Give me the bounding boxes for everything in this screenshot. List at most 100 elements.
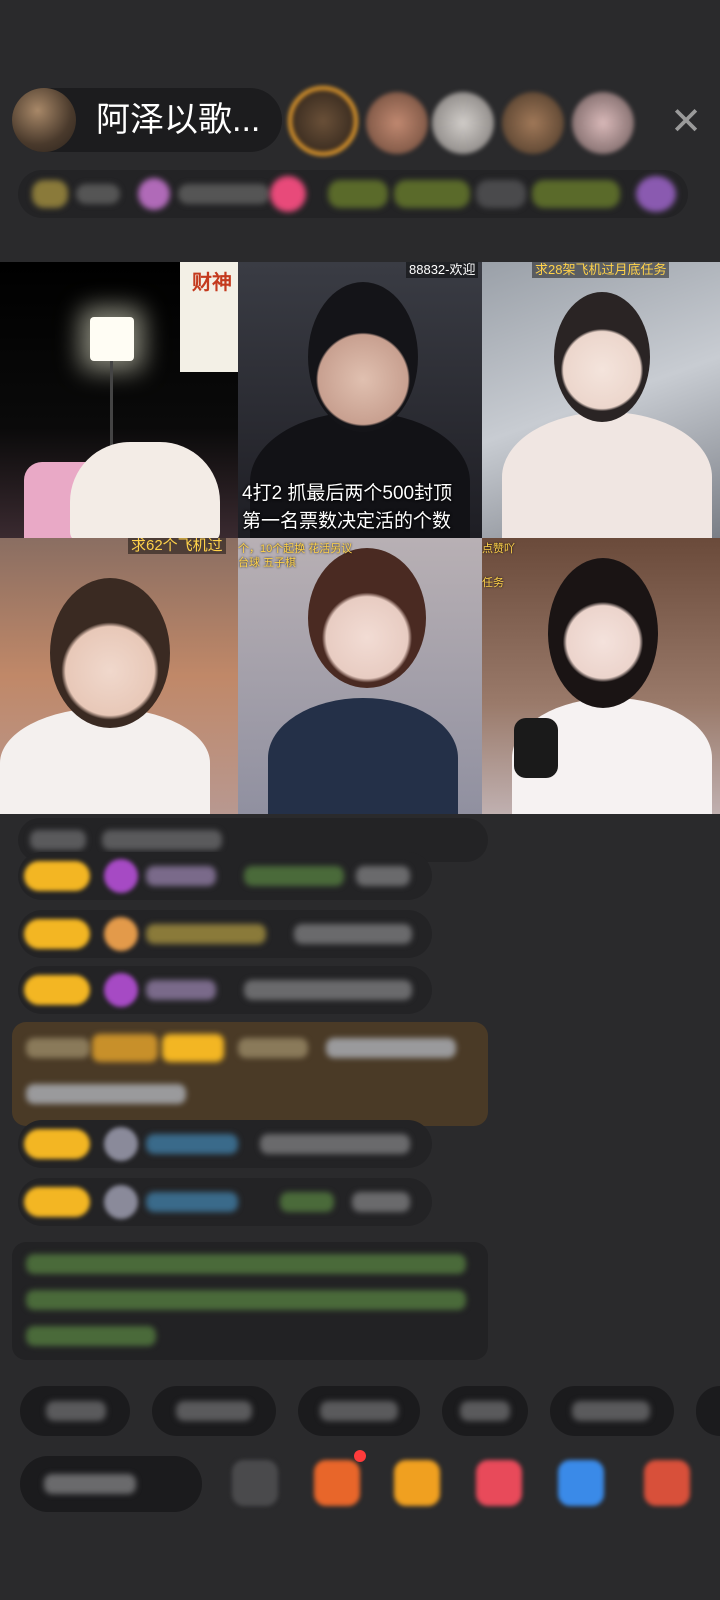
level-badge xyxy=(24,975,90,1005)
multi-guest-video-grid: 财神 88832-欢迎 4打2 抓最后两个500封顶 第一名票数决定活的个数 求… xyxy=(0,262,720,814)
guest-head xyxy=(554,292,650,422)
close-icon[interactable]: ✕ xyxy=(664,100,708,144)
blurred-username xyxy=(146,1134,238,1154)
gem-icon xyxy=(104,859,138,893)
blurred-username xyxy=(244,866,344,886)
tag-green[interactable] xyxy=(328,180,388,208)
blurred-text xyxy=(244,980,412,1000)
tile-top-text: 求28架飞机过月底任务 xyxy=(532,262,670,278)
chat-message[interactable] xyxy=(18,852,432,900)
heart-icon[interactable] xyxy=(476,1460,522,1506)
gift-message[interactable] xyxy=(12,1022,488,1126)
quick-reply-chip[interactable] xyxy=(152,1386,276,1436)
quick-reply-chip[interactable] xyxy=(442,1386,528,1436)
video-tile-1[interactable]: 财神 xyxy=(0,262,238,538)
blurred-text xyxy=(260,1134,410,1154)
activity-icon[interactable] xyxy=(636,176,676,212)
top-viewer-avatar-5[interactable] xyxy=(572,92,634,154)
system-notice xyxy=(12,1242,488,1360)
blurred-text xyxy=(44,1474,136,1494)
level-badge xyxy=(24,919,90,949)
blurred-username xyxy=(238,1038,308,1058)
tag-green[interactable] xyxy=(532,180,620,208)
gift-icon[interactable] xyxy=(644,1460,690,1506)
blurred-text xyxy=(294,924,412,944)
tile-sub-text: 任务 xyxy=(482,577,504,589)
guest-head xyxy=(308,548,426,688)
blurred-text xyxy=(352,1192,410,1212)
blurred-text xyxy=(178,184,270,204)
top-viewer-avatar-3[interactable] xyxy=(432,92,494,154)
chat-message[interactable] xyxy=(18,966,432,1014)
video-tile-6[interactable]: 点赞吖 任务 xyxy=(482,538,720,814)
quick-reply-chip[interactable] xyxy=(298,1386,420,1436)
tile-caption-line1: 4打2 抓最后两个500封顶 xyxy=(242,483,453,504)
guest-body xyxy=(268,698,458,814)
room-info-row[interactable] xyxy=(18,170,688,218)
gem-icon xyxy=(104,973,138,1007)
tile-top-text: 求62个飞机过 xyxy=(128,538,226,554)
tag-green[interactable] xyxy=(394,180,470,208)
chat-message[interactable] xyxy=(18,910,432,958)
blurred-username xyxy=(146,1192,238,1212)
host-name[interactable]: 阿泽以歌... xyxy=(96,100,260,140)
blurred-username xyxy=(146,866,216,886)
blurred-text xyxy=(76,184,120,204)
gift-badge xyxy=(92,1034,158,1062)
guest-head xyxy=(50,578,170,728)
blurred-text xyxy=(26,1290,466,1310)
level-badge xyxy=(162,1034,224,1062)
blurred-text xyxy=(356,866,410,886)
user-avatar xyxy=(104,1185,138,1219)
gift-icon[interactable] xyxy=(270,176,306,212)
blurred-text xyxy=(320,1401,398,1421)
top-viewer-avatar-1[interactable] xyxy=(288,86,358,156)
plush-toy xyxy=(70,442,220,538)
tile-top-text: 点赞吖 xyxy=(482,543,515,555)
blurred-text xyxy=(26,1084,186,1104)
tile-caption-line2: 第一名票数决定活的个数 xyxy=(242,511,452,532)
tag-gray[interactable] xyxy=(476,180,526,208)
video-tile-2[interactable]: 88832-欢迎 4打2 抓最后两个500封顶 第一名票数决定活的个数 xyxy=(238,262,482,538)
chat-message[interactable] xyxy=(18,1178,432,1226)
microphone xyxy=(514,718,558,778)
blurred-text xyxy=(280,1192,334,1212)
shop-icon[interactable] xyxy=(394,1460,440,1506)
guest-head xyxy=(548,558,658,708)
video-tile-3[interactable]: 求28架飞机过月底任务 xyxy=(482,262,720,538)
blurred-text xyxy=(46,1401,106,1421)
quick-reply-chip[interactable] xyxy=(696,1386,720,1436)
poster-label: 财神 xyxy=(192,272,232,294)
quick-reply-chip[interactable] xyxy=(550,1386,674,1436)
fan-badge-icon xyxy=(104,917,138,951)
user-avatar xyxy=(104,1127,138,1161)
blurred-text xyxy=(460,1401,510,1421)
blurred-text xyxy=(30,830,86,850)
blurred-username xyxy=(146,924,266,944)
more-icon[interactable] xyxy=(232,1460,278,1506)
rank-badge[interactable] xyxy=(32,180,68,208)
blurred-text xyxy=(26,1326,156,1346)
tile-sub-text: 台球 五子棋 xyxy=(238,557,297,569)
chat-input[interactable] xyxy=(20,1456,202,1512)
host-avatar[interactable] xyxy=(12,88,76,152)
level-badge xyxy=(24,861,90,891)
blurred-text xyxy=(572,1401,650,1421)
blurred-username xyxy=(146,980,216,1000)
gift-box-icon[interactable] xyxy=(314,1460,360,1506)
blurred-text xyxy=(26,1254,466,1274)
quick-reply-chip[interactable] xyxy=(20,1386,130,1436)
top-viewer-avatar-2[interactable] xyxy=(366,92,428,154)
ring-light xyxy=(90,317,134,361)
gem-icon[interactable] xyxy=(138,178,170,210)
share-icon[interactable] xyxy=(558,1460,604,1506)
notification-dot xyxy=(354,1450,366,1462)
top-viewer-avatar-4[interactable] xyxy=(502,92,564,154)
chat-message[interactable] xyxy=(18,1120,432,1168)
video-tile-5[interactable]: 个，10个起换 花活另议 台球 五子棋 xyxy=(238,538,482,814)
guest-body xyxy=(502,412,712,538)
level-badge xyxy=(24,1187,90,1217)
video-tile-4[interactable]: 求62个飞机过 xyxy=(0,538,238,814)
guest-head xyxy=(308,282,418,432)
level-badge xyxy=(24,1129,90,1159)
